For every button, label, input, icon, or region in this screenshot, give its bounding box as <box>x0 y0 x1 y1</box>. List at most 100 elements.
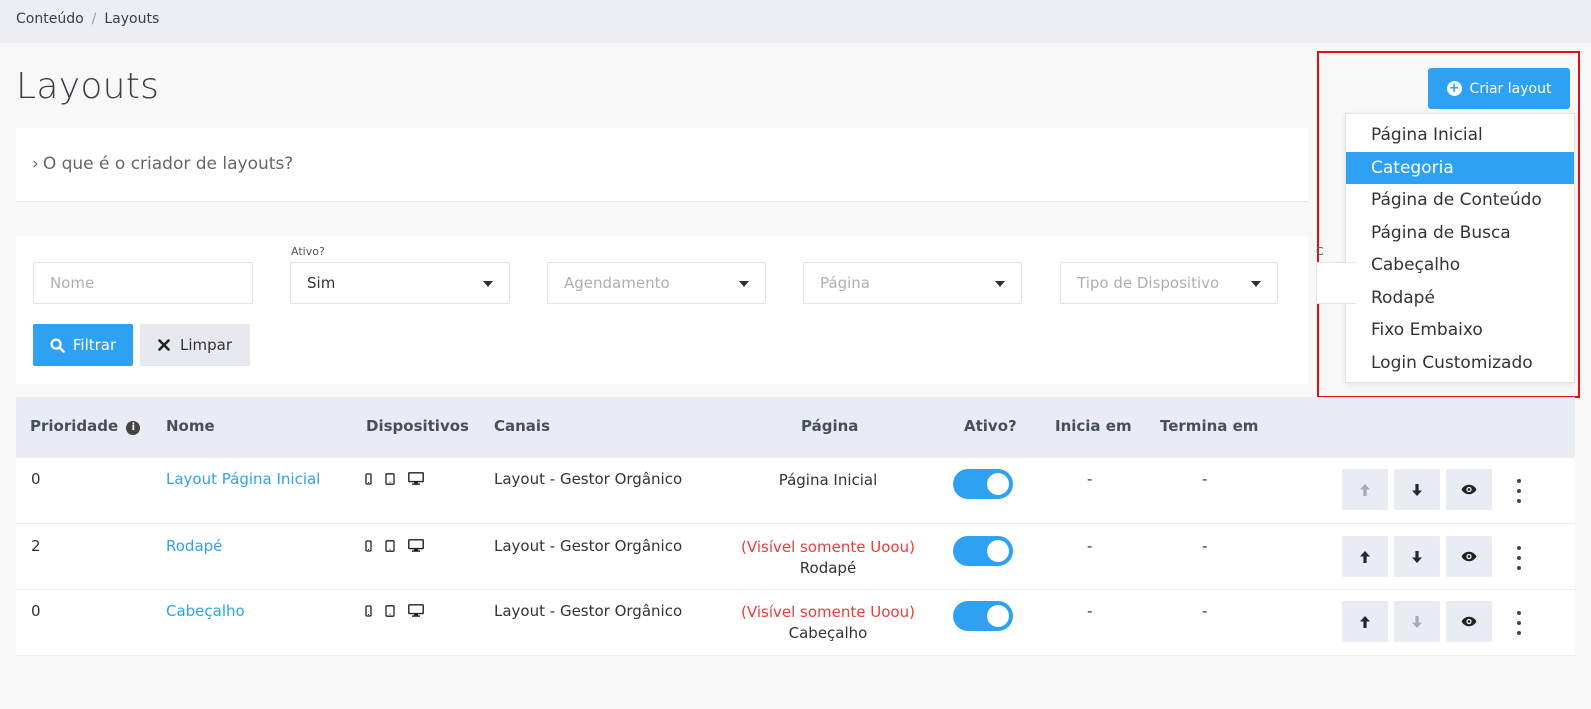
caret-down-icon <box>995 281 1005 287</box>
device-icons <box>365 539 424 552</box>
pagina-placeholder: Página <box>820 274 870 292</box>
faq-card: › O que é o criador de layouts? <box>16 128 1308 202</box>
plus-circle-icon: + <box>1446 81 1462 96</box>
dropdown-item-cabecalho[interactable]: Cabeçalho <box>1346 249 1574 282</box>
cell-inicia: - <box>1087 537 1093 555</box>
search-icon <box>50 337 65 353</box>
cell-inicia: - <box>1087 602 1093 620</box>
tablet-icon <box>385 472 395 485</box>
nome-placeholder: Nome <box>50 274 95 292</box>
header-pagina: Página <box>801 417 859 435</box>
filter-card: Nome Ativo? Sim Agendamento Página Tipo … <box>16 236 1356 384</box>
toggle-knob <box>987 540 1009 562</box>
eye-icon <box>1461 484 1477 495</box>
breadcrumb-separator: / <box>91 11 97 27</box>
table-header: Prioridade i Nome Dispositivos Canais Pá… <box>16 397 1575 458</box>
breadcrumb-item-conteudo[interactable]: Conteúdo <box>16 11 84 27</box>
header-inicia: Inicia em <box>1055 417 1132 435</box>
cell-prioridade: 2 <box>31 537 41 555</box>
nome-input[interactable]: Nome <box>33 262 253 304</box>
header-prioridade: Prioridade i <box>30 417 141 435</box>
more-options-icon[interactable] <box>1513 546 1525 570</box>
ativo-toggle[interactable] <box>953 469 1013 499</box>
preview-button[interactable] <box>1446 601 1492 642</box>
filter-button-label: Filtrar <box>72 336 117 354</box>
hidden-field[interactable] <box>1316 262 1356 304</box>
chevron-right-icon: › <box>32 154 39 174</box>
faq-label: O que é o criador de layouts? <box>42 154 294 174</box>
hidden-field-label: C <box>1316 245 1324 258</box>
caret-down-icon <box>483 281 493 287</box>
create-layout-button[interactable]: + Criar layout <box>1428 68 1570 109</box>
eye-icon <box>1461 551 1477 562</box>
more-options-icon[interactable] <box>1513 479 1525 503</box>
cell-nome-link[interactable]: Rodapé <box>166 537 222 555</box>
dropdown-item-pagina-busca[interactable]: Página de Busca <box>1346 217 1574 250</box>
tipo-dispositivo-select[interactable]: Tipo de Dispositivo <box>1060 262 1278 304</box>
cell-prioridade: 0 <box>31 602 41 620</box>
caret-down-icon <box>739 281 749 287</box>
more-options-icon[interactable] <box>1513 611 1525 635</box>
header-prioridade-label: Prioridade <box>30 417 119 435</box>
dropdown-item-login-customizado[interactable]: Login Customizado <box>1346 347 1574 380</box>
dropdown-item-categoria[interactable]: Categoria <box>1346 151 1574 184</box>
header-nome: Nome <box>166 417 215 435</box>
cell-canais: Layout - Gestor Orgânico <box>494 470 683 488</box>
dropdown-item-rodape[interactable]: Rodapé <box>1346 282 1574 315</box>
clear-button[interactable]: Limpar <box>140 324 250 366</box>
table-row: 0 Layout Página Inicial Layout - Gestor … <box>16 458 1575 524</box>
pagina-name: Rodapé <box>799 559 857 577</box>
pagina-warning: (Visível somente Uoou) <box>741 538 915 556</box>
header-dispositivos: Dispositivos <box>366 417 469 435</box>
dropdown-item-fixo-embaixo[interactable]: Fixo Embaixo <box>1346 314 1574 347</box>
preview-button[interactable] <box>1446 536 1492 577</box>
table-row: 2 Rodapé Layout - Gestor Orgânico (Visív… <box>16 524 1575 590</box>
tablet-icon <box>385 539 395 552</box>
move-down-button[interactable] <box>1394 536 1440 577</box>
ativo-toggle[interactable] <box>953 601 1013 631</box>
desktop-icon <box>408 604 424 617</box>
header-canais: Canais <box>494 417 551 435</box>
cell-pagina: Página Inicial <box>718 470 938 491</box>
page-title: Layouts <box>16 66 160 107</box>
info-icon[interactable]: i <box>126 421 141 435</box>
ativo-select[interactable]: Sim <box>290 262 510 304</box>
table-row: 0 Cabeçalho Layout - Gestor Orgânico (Vi… <box>16 590 1575 656</box>
pagina-warning: (Visível somente Uoou) <box>741 603 915 621</box>
ativo-toggle[interactable] <box>953 536 1013 566</box>
move-up-button[interactable] <box>1342 601 1388 642</box>
move-down-button[interactable] <box>1394 469 1440 510</box>
move-up-button[interactable] <box>1342 536 1388 577</box>
device-icons <box>365 604 424 617</box>
pagina-name: Cabeçalho <box>788 624 868 642</box>
preview-button[interactable] <box>1446 469 1492 510</box>
toggle-knob <box>987 473 1009 495</box>
eye-icon <box>1461 616 1477 627</box>
arrow-up-icon <box>1360 615 1370 628</box>
move-down-button[interactable] <box>1394 601 1440 642</box>
cell-canais: Layout - Gestor Orgânico <box>494 537 683 555</box>
dropdown-item-pagina-conteudo[interactable]: Página de Conteúdo <box>1346 184 1574 217</box>
pagina-select[interactable]: Página <box>803 262 1022 304</box>
cell-nome-link[interactable]: Cabeçalho <box>166 602 245 620</box>
cell-canais: Layout - Gestor Orgânico <box>494 602 683 620</box>
cell-nome-link[interactable]: Layout Página Inicial <box>166 470 320 488</box>
agendamento-select[interactable]: Agendamento <box>547 262 766 304</box>
layouts-table: Prioridade i Nome Dispositivos Canais Pá… <box>16 397 1575 656</box>
cell-pagina: (Visível somente Uoou) Cabeçalho <box>718 602 938 644</box>
filter-button[interactable]: Filtrar <box>33 324 133 366</box>
arrow-down-icon <box>1412 550 1422 563</box>
ativo-value: Sim <box>307 274 336 292</box>
dropdown-item-pagina-inicial[interactable]: Página Inicial <box>1346 119 1574 152</box>
create-layout-label: Criar layout <box>1469 80 1552 97</box>
close-icon <box>158 339 170 351</box>
ativo-label: Ativo? <box>291 245 325 258</box>
move-up-button[interactable] <box>1342 469 1388 510</box>
cell-inicia: - <box>1087 470 1093 488</box>
pagina-name: Página Inicial <box>778 471 878 489</box>
faq-toggle[interactable]: › O que é o criador de layouts? <box>32 154 293 174</box>
device-icons <box>365 472 424 485</box>
breadcrumb-item-layouts: Layouts <box>104 11 160 27</box>
header-ativo: Ativo? <box>964 417 1017 435</box>
arrow-up-icon <box>1360 483 1370 496</box>
